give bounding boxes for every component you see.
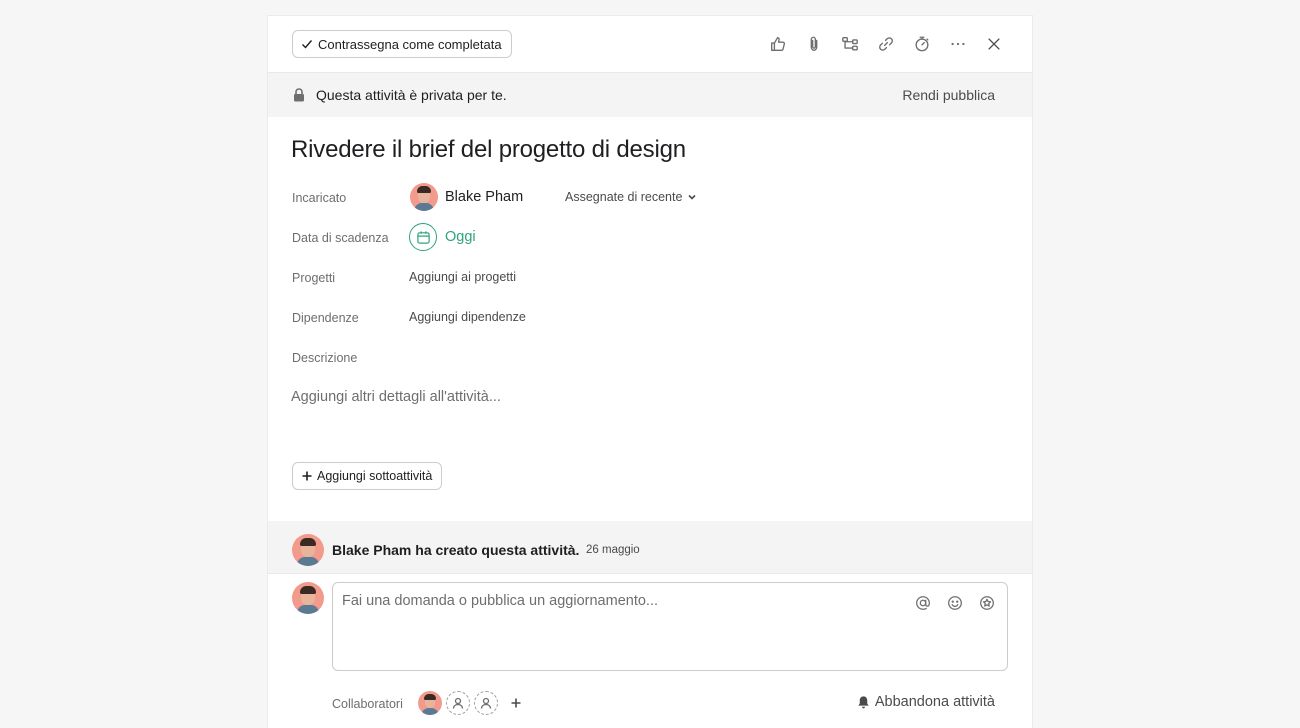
chevron-down-icon — [688, 194, 697, 200]
like-icon[interactable] — [760, 30, 796, 58]
plus-icon — [302, 471, 312, 481]
description-label: Descrizione — [292, 351, 358, 365]
toolbar-icons — [760, 30, 1012, 58]
comment-tools — [913, 593, 997, 613]
add-subtask-button[interactable]: Aggiungi sottoattività — [292, 462, 443, 490]
add-subtask-label: Aggiungi sottoattività — [317, 469, 433, 483]
task-toolbar: Contrassegna come completata — [268, 16, 1032, 73]
description-input[interactable]: Aggiungi altri dettagli all'attività... — [291, 389, 991, 405]
mark-complete-label: Contrassegna come completata — [318, 36, 502, 52]
activity-feed: Blake Pham ha creato questa attività. 26… — [268, 521, 1032, 574]
empty-collaborator-icon[interactable] — [446, 691, 470, 715]
recent-assigned-label: Assegnate di recente — [565, 190, 683, 204]
mark-complete-button[interactable]: Contrassegna come completata — [292, 30, 512, 58]
add-collaborator-button[interactable] — [504, 691, 528, 715]
add-to-projects-button[interactable]: Aggiungi ai progetti — [409, 270, 516, 284]
comment-placeholder: Fai una domanda o pubblica un aggiorname… — [342, 593, 658, 609]
assignee-label: Incaricato — [292, 191, 347, 205]
empty-collaborator-icon[interactable] — [474, 691, 498, 715]
add-dependencies-button[interactable]: Aggiungi dipendenze — [409, 310, 526, 324]
avatar — [292, 534, 324, 566]
calendar-icon — [409, 223, 437, 251]
timer-icon[interactable] — [904, 30, 940, 58]
avatar — [292, 582, 324, 614]
task-title[interactable]: Rivedere il brief del progetto di design — [291, 136, 686, 164]
collaborators-label: Collaboratori — [332, 697, 403, 711]
task-detail-panel: Contrassegna come completata Questa atti… — [268, 16, 1032, 728]
avatar — [410, 183, 438, 211]
due-date-field[interactable]: Oggi — [409, 223, 476, 251]
emoji-icon[interactable] — [945, 593, 965, 613]
privacy-banner: Questa attività è privata per te. Rendi … — [268, 73, 1032, 117]
subtask-icon[interactable] — [832, 30, 868, 58]
lock-icon — [294, 88, 304, 102]
activity-date: 26 maggio — [586, 544, 640, 556]
due-date-label: Data di scadenza — [292, 231, 389, 245]
more-icon[interactable] — [940, 30, 976, 58]
make-public-button[interactable]: Rendi pubblica — [902, 87, 995, 103]
projects-label: Progetti — [292, 271, 336, 285]
check-icon — [302, 40, 313, 49]
comment-input[interactable]: Fai una domanda o pubblica un aggiorname… — [332, 582, 1008, 671]
due-date-value: Oggi — [445, 229, 476, 245]
bell-icon — [858, 695, 869, 708]
close-icon[interactable] — [976, 30, 1012, 58]
assignee-field[interactable]: Blake Pham — [410, 183, 523, 211]
recent-assigned-dropdown[interactable]: Assegnate di recente — [565, 190, 697, 204]
activity-text: Blake Pham ha creato questa attività. — [332, 542, 580, 558]
star-badge-icon[interactable] — [977, 593, 997, 613]
attachment-icon[interactable] — [796, 30, 832, 58]
privacy-message: Questa attività è privata per te. — [316, 87, 507, 103]
leave-task-label: Abbandona attività — [874, 694, 995, 710]
collaborators-list — [418, 691, 528, 715]
dependencies-label: Dipendenze — [292, 311, 359, 325]
mention-icon[interactable] — [913, 593, 933, 613]
assignee-name: Blake Pham — [445, 189, 524, 205]
avatar[interactable] — [418, 691, 442, 715]
link-icon[interactable] — [868, 30, 904, 58]
leave-task-button[interactable]: Abbandona attività — [856, 694, 995, 710]
plus-icon — [511, 698, 521, 708]
